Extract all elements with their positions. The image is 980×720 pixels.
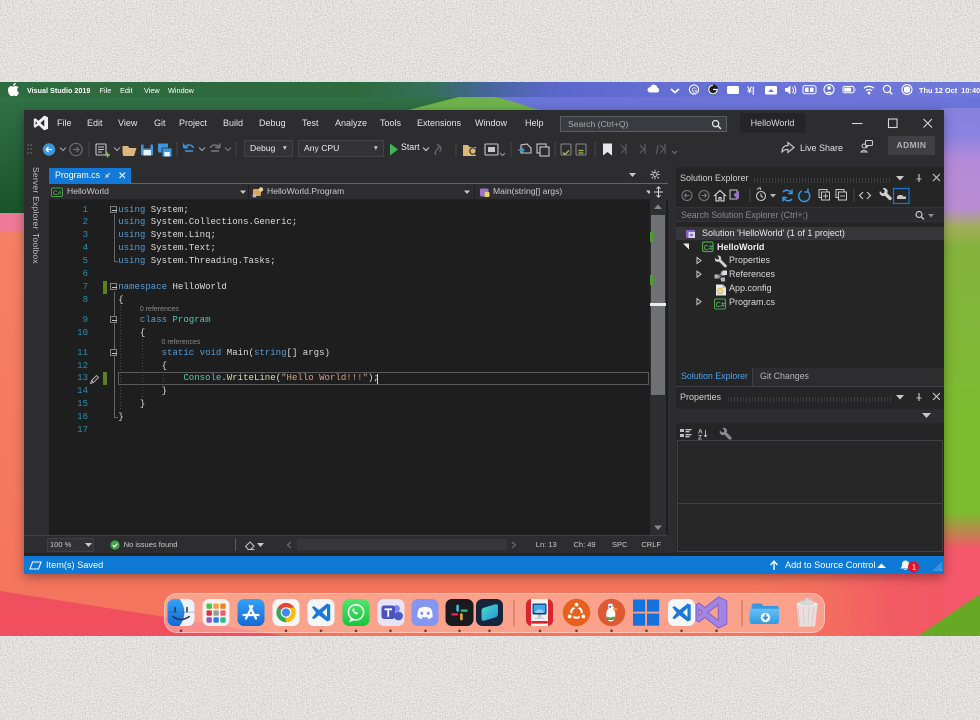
svg-text:C#: C# (716, 300, 725, 309)
svg-text:C#: C# (53, 190, 62, 197)
svg-text:C#: C# (704, 245, 713, 252)
svg-text:¥|: ¥| (747, 85, 755, 95)
svg-text:1: 1 (912, 562, 917, 571)
svg-text:G: G (692, 88, 697, 95)
